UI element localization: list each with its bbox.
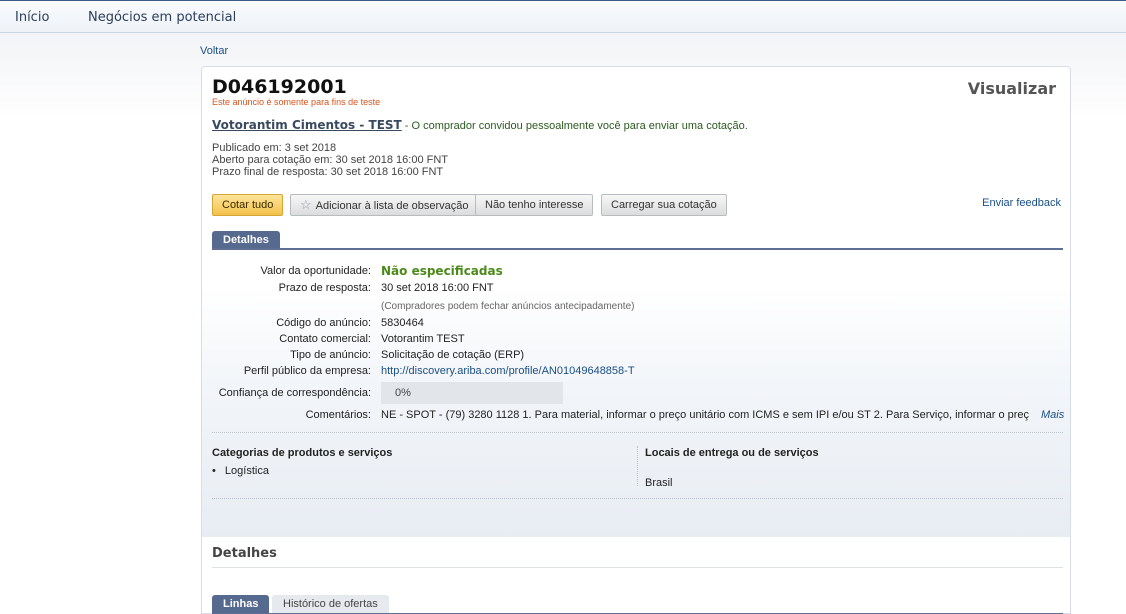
bullet-icon: • <box>212 465 216 477</box>
quote-all-button[interactable]: Cotar tudo <box>212 194 284 216</box>
posting-dates: Publicado em: 3 set 2018 Aberto para cot… <box>212 142 448 178</box>
column-divider <box>637 446 638 486</box>
open-date: Aberto para cotação em: 30 set 2018 16:0… <box>212 154 449 166</box>
value-amount: Não especificadas <box>381 264 503 278</box>
nav-opportunities[interactable]: Negócios em potencial <box>88 10 236 25</box>
profile-link[interactable]: http://discovery.ariba.com/profile/AN010… <box>381 365 635 377</box>
categories-title: Categorias de produtos e serviços <box>212 447 393 459</box>
deadline-value: 30 set 2018 16:00 FNT <box>381 282 494 294</box>
view-mode-label: Visualizar <box>967 79 1056 98</box>
nav-home[interactable]: Início <box>15 10 49 25</box>
posting-panel: D046192001 Este anúncio é somente para f… <box>201 66 1071 614</box>
published-date: Publicado em: 3 set 2018 <box>212 142 337 154</box>
back-link[interactable]: Voltar <box>200 45 228 57</box>
divider <box>212 432 1063 433</box>
comments-value: NE - SPOT - (79) 3280 1128 1. Para mater… <box>381 409 1029 421</box>
location-item: Brasil <box>645 477 673 489</box>
more-link[interactable]: Mais <box>1041 409 1064 421</box>
tab-offer-history[interactable]: Histórico de ofertas <box>272 595 389 613</box>
categories-list: • Logística <box>212 465 269 477</box>
star-icon: ☆ <box>300 197 312 212</box>
send-feedback-link[interactable]: Enviar feedback <box>982 197 1061 209</box>
invitation-message: - O comprador convidou pessoalmente você… <box>401 120 748 132</box>
divider <box>212 498 1063 499</box>
value-label: Valor da oportunidade: <box>260 265 372 277</box>
type-value: Solicitação de cotação (ERP) <box>381 349 525 361</box>
lower-details-title: Detalhes <box>212 546 277 561</box>
posting-id: D046192001 <box>212 76 347 98</box>
deadline-date: Prazo final de resposta: 30 set 2018 16:… <box>212 166 444 178</box>
contact-label: Contato comercial: <box>279 333 371 345</box>
top-navigation: Início Negócios em potencial <box>0 0 1126 33</box>
not-interested-button[interactable]: Não tenho interesse <box>475 194 594 216</box>
match-label: Confiança de correspondência: <box>218 387 371 399</box>
comments-label: Comentários: <box>305 409 371 421</box>
locations-title: Locais de entrega ou de serviços <box>645 447 819 459</box>
deadline-label: Prazo de resposta: <box>278 282 371 294</box>
code-label: Código do anúncio: <box>276 317 371 329</box>
deadline-note: (Compradores podem fechar anúncios antec… <box>381 301 635 312</box>
code-value: 5830464 <box>381 317 424 329</box>
buyer-name-link[interactable]: Votorantim Cimentos - TEST <box>212 118 402 132</box>
add-watchlist-button[interactable]: ☆ Adicionar à lista de observação <box>290 194 479 216</box>
tab-underline <box>212 248 1063 250</box>
tab-lines[interactable]: Linhas <box>212 595 270 613</box>
test-notice: Este anúncio é somente para fins de test… <box>212 97 381 107</box>
tab-details[interactable]: Detalhes <box>212 231 280 249</box>
type-label: Tipo de anúncio: <box>290 349 371 361</box>
divider <box>212 567 1063 568</box>
match-value: 0% <box>381 382 563 404</box>
profile-label: Perfil público da empresa: <box>243 365 371 377</box>
contact-value: Votorantim TEST <box>381 333 465 345</box>
add-watchlist-label: Adicionar à lista de observação <box>315 200 469 212</box>
buyer-invitation: Votorantim Cimentos - TEST - O comprador… <box>212 118 748 132</box>
category-item: Logística <box>224 465 269 477</box>
upload-quote-button[interactable]: Carregar sua cotação <box>601 194 727 216</box>
